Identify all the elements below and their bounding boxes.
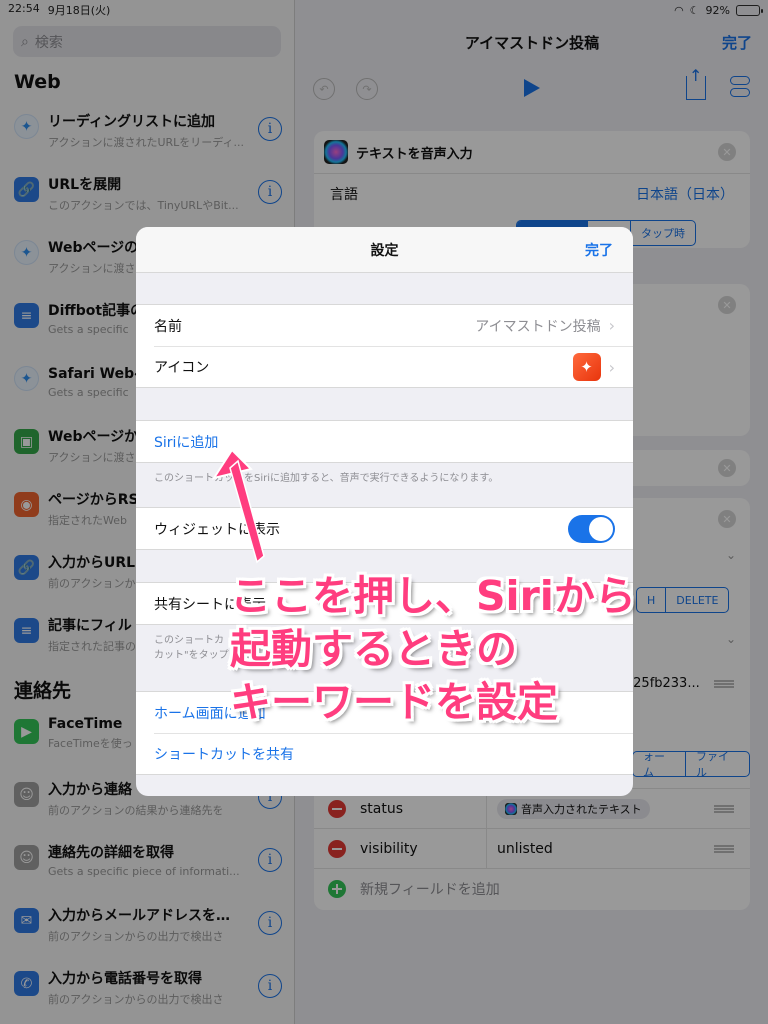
arrow-shaft xyxy=(229,459,265,564)
annotation-arrow xyxy=(211,448,265,564)
annotation-line-3: キーワードを設定 xyxy=(230,678,558,726)
annotation-line-1: ここを押し、Siriから xyxy=(230,572,636,620)
annotation-text: ここを押し、Siriから 起動するときの キーワードを設定 xyxy=(230,570,636,729)
annotation-line-2: 起動するときの xyxy=(230,625,517,673)
